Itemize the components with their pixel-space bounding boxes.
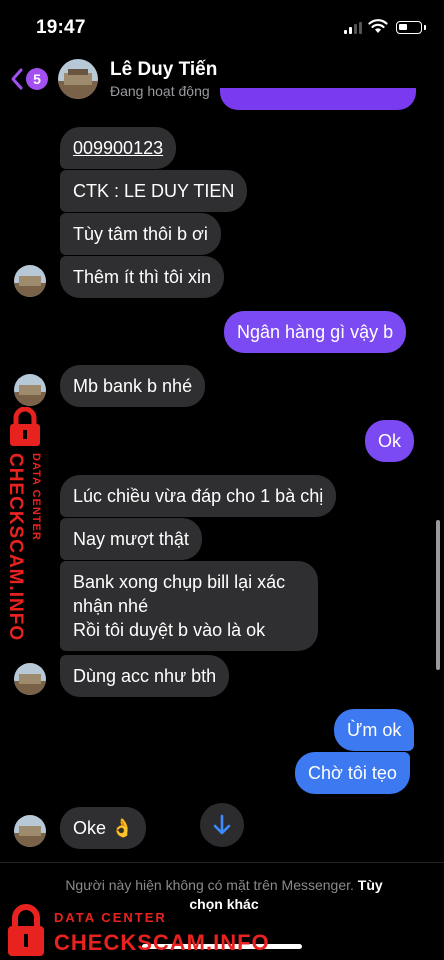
message-outgoing[interactable]: Ok bbox=[365, 420, 415, 462]
message-incoming[interactable]: Nay mượt thật bbox=[60, 518, 202, 560]
status-time: 19:47 bbox=[36, 17, 86, 38]
message-incoming[interactable]: Dùng acc như bth bbox=[60, 655, 230, 697]
contact-status: Đang hoạt động bbox=[110, 83, 210, 99]
lock-icon bbox=[8, 904, 44, 956]
message-text: Ừm ok bbox=[347, 720, 402, 740]
watermark-side: DATA CENTER CHECKSCAM.INFO bbox=[0, 405, 50, 641]
avatar[interactable] bbox=[14, 374, 46, 406]
message-incoming[interactable]: Tùy tâm thôi b ơi bbox=[60, 213, 221, 255]
message-incoming[interactable]: Mb bank b nhé bbox=[60, 365, 206, 407]
message-text: Tùy tâm thôi b ơi bbox=[73, 224, 208, 244]
message-outgoing[interactable]: Ngân hàng gì vậy b bbox=[224, 311, 407, 353]
message-text: Ok bbox=[378, 431, 402, 451]
avatar[interactable] bbox=[14, 663, 46, 695]
contact-avatar[interactable] bbox=[58, 59, 98, 99]
unread-badge: 5 bbox=[26, 68, 48, 90]
message-line: Bank xong chụp bill lại xác bbox=[73, 572, 286, 592]
message-line: Rồi tôi duyệt b vào là ok bbox=[73, 620, 266, 640]
scroll-to-bottom-button[interactable] bbox=[200, 803, 244, 847]
message-incoming[interactable]: 009900123 bbox=[60, 127, 177, 169]
battery-icon bbox=[396, 21, 426, 34]
notice-text: Người này hiện không có mặt trên Messeng… bbox=[65, 877, 354, 893]
options-link[interactable]: Tùy bbox=[358, 877, 383, 893]
lock-icon bbox=[10, 407, 40, 446]
back-chevron-icon bbox=[11, 68, 23, 90]
watermark-small-text: DATA CENTER bbox=[30, 453, 42, 541]
message-text: Chờ tôi tẹo bbox=[308, 763, 397, 783]
message-text: Oke 👌 bbox=[73, 818, 134, 838]
message-line: nhận nhé bbox=[73, 596, 149, 616]
status-bar: 19:47 bbox=[0, 0, 444, 52]
avatar[interactable] bbox=[14, 265, 46, 297]
message-text: Lúc chiều vừa đáp cho 1 bà chị bbox=[73, 486, 324, 506]
account-number-link[interactable]: 009900123 bbox=[73, 138, 163, 158]
message-incoming[interactable]: Oke 👌 bbox=[60, 807, 147, 849]
signal-icon bbox=[344, 22, 362, 34]
message-text: Ngân hàng gì vậy b bbox=[237, 322, 394, 342]
avatar[interactable] bbox=[14, 815, 46, 847]
watermark-bottom: DATA CENTER CHECKSCAM.INFO bbox=[0, 898, 270, 960]
message-outgoing[interactable]: Ừm ok bbox=[334, 709, 415, 751]
watermark-big-text: CHECKSCAM.INFO bbox=[5, 453, 26, 642]
header-highlight bbox=[220, 88, 416, 110]
chat-header: 5 Lê Duy Tiến Đang hoạt động bbox=[0, 52, 444, 110]
contact-name[interactable]: Lê Duy Tiến bbox=[110, 59, 217, 81]
message-text: Thêm ít thì tôi xin bbox=[73, 267, 212, 287]
message-incoming[interactable]: Lúc chiều vừa đáp cho 1 bà chị bbox=[60, 475, 337, 517]
message-text: Dùng acc như bth bbox=[73, 666, 217, 686]
message-text: CTK : LE DUY TIEN bbox=[73, 181, 235, 201]
watermark-small-text: DATA CENTER bbox=[54, 910, 167, 925]
wifi-icon bbox=[368, 19, 388, 33]
message-text: Mb bank b nhé bbox=[73, 376, 193, 396]
message-incoming[interactable]: Bank xong chụp bill lại xác nhận nhé Rồi… bbox=[60, 561, 318, 651]
message-outgoing[interactable]: Chờ tôi tẹo bbox=[295, 752, 410, 794]
divider bbox=[0, 862, 444, 863]
arrow-down-icon bbox=[213, 814, 231, 835]
message-incoming[interactable]: CTK : LE DUY TIEN bbox=[60, 170, 248, 212]
scrollbar[interactable] bbox=[436, 520, 440, 670]
message-text: Nay mượt thật bbox=[73, 529, 189, 549]
message-incoming[interactable]: Thêm ít thì tôi xin bbox=[60, 256, 225, 298]
back-button[interactable]: 5 bbox=[6, 64, 50, 94]
watermark-big-text: CHECKSCAM.INFO bbox=[54, 930, 270, 955]
